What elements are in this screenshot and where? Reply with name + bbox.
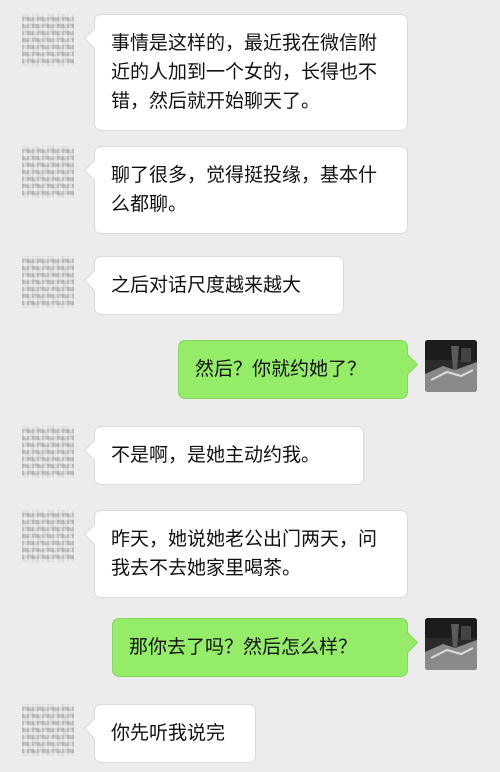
message-bubble[interactable]: 那你去了吗？然后怎么样？ (112, 618, 408, 677)
message-text: 那你去了吗？然后怎么样？ (129, 636, 358, 658)
pixelated-avatar-icon[interactable] (22, 146, 74, 198)
message-bubble[interactable]: 然后？你就约她了？ (178, 340, 408, 399)
pixelated-avatar-icon[interactable] (22, 256, 74, 308)
message-bubble[interactable]: 聊了很多，觉得挺投缘，基本什么都聊。 (94, 146, 408, 234)
message-text: 之后对话尺度越来越大 (111, 274, 302, 296)
message-text: 你先听我说完 (111, 722, 226, 744)
message-bubble[interactable]: 你先听我说完 (94, 704, 256, 763)
message-text: 聊了很多，觉得挺投缘，基本什么都聊。 (111, 164, 378, 215)
message-text: 然后？你就约她了？ (195, 358, 367, 380)
pixelated-avatar-icon[interactable] (22, 14, 74, 66)
message-bubble[interactable]: 事情是这样的，最近我在微信附近的人加到一个女的，长得也不错，然后就开始聊天了。 (94, 14, 408, 131)
dark-photo-avatar-icon[interactable] (425, 618, 477, 670)
message-text: 事情是这样的，最近我在微信附近的人加到一个女的，长得也不错，然后就开始聊天了。 (111, 32, 378, 112)
pixelated-avatar-icon[interactable] (22, 510, 74, 562)
message-bubble[interactable]: 之后对话尺度越来越大 (94, 256, 344, 315)
message-bubble[interactable]: 不是啊，是她主动约我。 (94, 426, 364, 485)
message-bubble[interactable]: 昨天，她说她老公出门两天，问我去不去她家里喝茶。 (94, 510, 408, 598)
pixelated-avatar-icon[interactable] (22, 426, 74, 478)
pixelated-avatar-icon[interactable] (22, 704, 74, 756)
dark-photo-avatar-icon[interactable] (425, 340, 477, 392)
message-text: 不是啊，是她主动约我。 (111, 444, 321, 466)
message-text: 昨天，她说她老公出门两天，问我去不去她家里喝茶。 (111, 528, 378, 579)
